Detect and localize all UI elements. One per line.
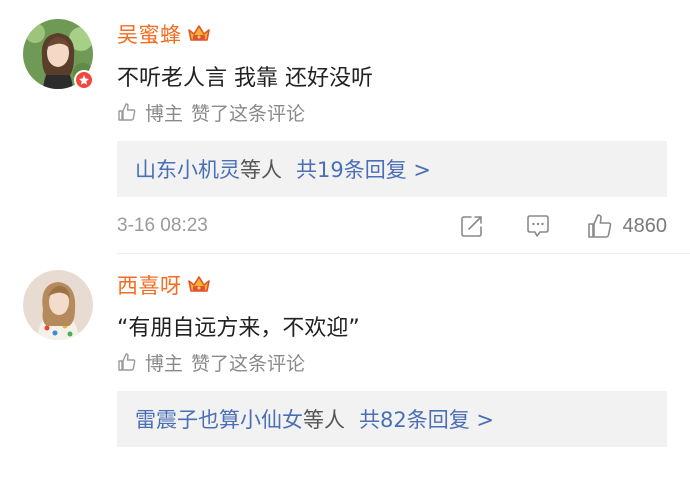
vip-badge-icon [74, 70, 94, 90]
reply-count-link[interactable]: 共82条回复 > [359, 404, 494, 434]
share-icon[interactable] [459, 213, 485, 239]
reply-suffix: 等人 [240, 158, 282, 182]
liked-label: 赞了这条评论 [191, 352, 306, 375]
blogger-label: 博主 [145, 102, 184, 125]
crown-badge-icon [187, 276, 210, 292]
liked-label: 赞了这条评论 [191, 102, 306, 125]
reply-count-link[interactable]: 共19条回复 > [296, 154, 431, 184]
reply-suffix: 等人 [303, 408, 345, 432]
reply-names[interactable]: 雷震子也算小仙女 [135, 404, 303, 434]
comment-text: “有朋自远方来，不欢迎” [117, 316, 360, 341]
username-row: 吴蜜蜂 [117, 19, 212, 49]
like-count: 4860 [622, 214, 668, 237]
thumb-up-icon [118, 103, 136, 121]
author-liked-row: 博主 赞了这条评论 [117, 349, 305, 375]
reply-names[interactable]: 山东小机灵 [135, 154, 240, 184]
crown-badge-icon [187, 25, 210, 41]
username[interactable]: 吴蜜蜂 [117, 19, 182, 49]
comment-item: 吴蜜蜂 不听老人言 我靠 还好没听 博主 赞了这条评论 山东小机灵 等人 共19… [0, 0, 690, 254]
comment-meta: 3-16 08:23 4860 [117, 211, 667, 241]
replies-preview[interactable]: 山东小机灵 等人 共19条回复 > [117, 141, 667, 197]
timestamp: 3-16 08:23 [117, 215, 208, 236]
replies-preview[interactable]: 雷震子也算小仙女 等人 共82条回复 > [117, 391, 667, 447]
username[interactable]: 西喜呀 [117, 270, 182, 300]
comment-actions: 4860 [459, 211, 668, 241]
like-icon[interactable] [587, 213, 613, 239]
username-row: 西喜呀 [117, 270, 212, 300]
blogger-label: 博主 [145, 352, 184, 375]
comment-item: 西喜呀 “有朋自远方来，不欢迎” 博主 赞了这条评论 雷震子也算小仙女 等人 共… [0, 254, 690, 502]
comment-text: 不听老人言 我靠 还好没听 [117, 66, 373, 91]
author-liked-row: 博主 赞了这条评论 [117, 99, 305, 125]
thumb-up-icon [118, 353, 136, 371]
avatar[interactable] [23, 270, 93, 340]
comment-icon[interactable] [525, 213, 551, 239]
